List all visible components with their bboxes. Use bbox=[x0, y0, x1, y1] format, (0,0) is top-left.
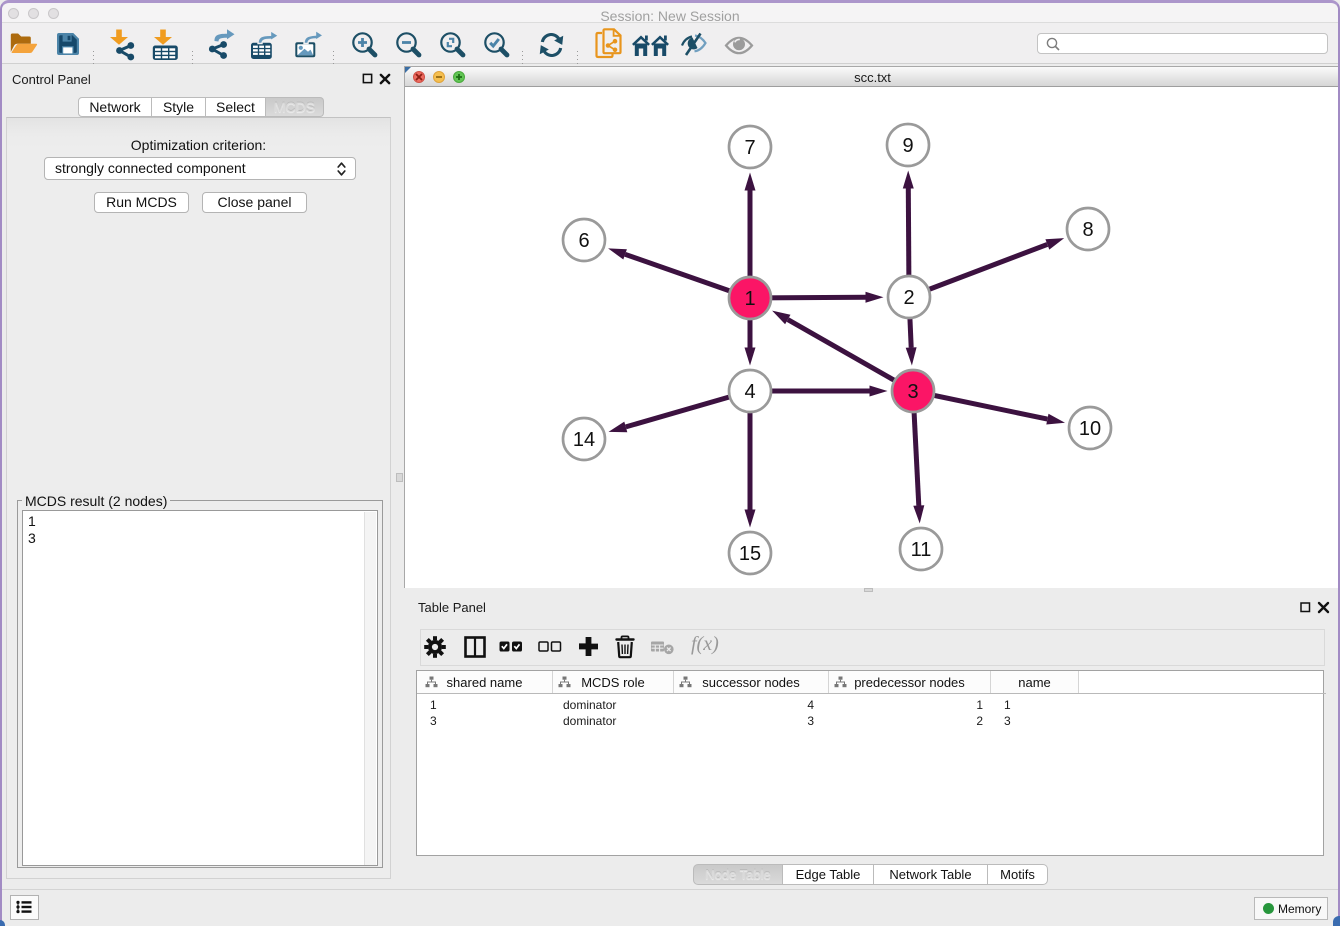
svg-text:4: 4 bbox=[744, 381, 755, 403]
svg-text:14: 14 bbox=[573, 429, 595, 451]
svg-text:6: 6 bbox=[578, 230, 589, 252]
svg-text:15: 15 bbox=[739, 543, 761, 565]
svg-text:8: 8 bbox=[1082, 219, 1093, 241]
svg-text:9: 9 bbox=[902, 135, 913, 157]
svg-text:10: 10 bbox=[1079, 418, 1101, 440]
svg-text:3: 3 bbox=[907, 381, 918, 403]
svg-text:7: 7 bbox=[744, 137, 755, 159]
svg-text:2: 2 bbox=[903, 287, 914, 309]
svg-text:1: 1 bbox=[744, 288, 755, 310]
svg-text:11: 11 bbox=[911, 539, 932, 561]
